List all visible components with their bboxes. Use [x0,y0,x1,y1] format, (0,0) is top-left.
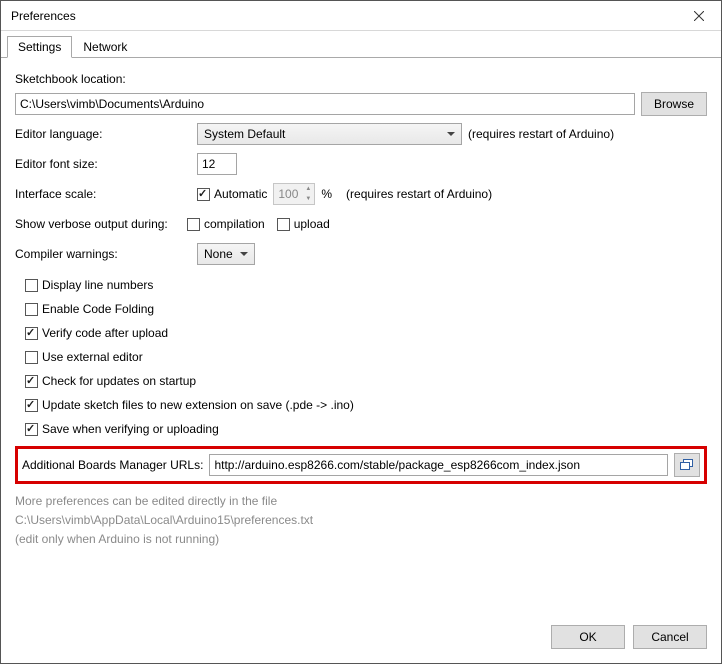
display-line-numbers-checkbox[interactable]: Display line numbers [25,278,707,292]
enable-code-folding-text: Enable Code Folding [42,302,154,316]
titlebar: Preferences [1,1,721,31]
chevron-down-icon: ▼ [302,194,314,204]
editor-language-select[interactable]: System Default [197,123,462,145]
boards-manager-urls-input[interactable] [209,454,668,476]
more-prefs-line1: More preferences can be edited directly … [15,494,707,508]
window-title: Preferences [11,9,76,23]
editor-language-label: Editor language: [15,127,191,141]
verbose-compilation-input[interactable] [187,218,200,231]
close-icon [694,11,704,21]
sketchbook-location-input[interactable] [15,93,635,115]
window-stack-icon [680,459,694,471]
close-button[interactable] [676,1,721,31]
save-on-verify-input[interactable] [25,423,38,436]
update-sketch-ext-checkbox[interactable]: Update sketch files to new extension on … [25,398,707,412]
interface-scale-label: Interface scale: [15,187,191,201]
update-sketch-ext-text: Update sketch files to new extension on … [42,398,354,412]
tab-bar: Settings Network [1,31,721,58]
interface-scale-unit: % [321,187,332,201]
interface-scale-auto-input[interactable] [197,188,210,201]
cancel-button[interactable]: Cancel [633,625,707,649]
preferences-window: Preferences Settings Network Sketchbook … [0,0,722,664]
verify-after-upload-checkbox[interactable]: Verify code after upload [25,326,707,340]
save-on-verify-text: Save when verifying or uploading [42,422,219,436]
update-sketch-ext-input[interactable] [25,399,38,412]
display-line-numbers-text: Display line numbers [42,278,153,292]
interface-scale-auto-text: Automatic [214,187,267,201]
boards-manager-urls-edit-button[interactable] [674,453,700,477]
verify-after-upload-input[interactable] [25,327,38,340]
verify-after-upload-text: Verify code after upload [42,326,168,340]
interface-scale-hint: (requires restart of Arduino) [346,187,492,201]
interface-scale-spinner[interactable]: ▲ ▼ [273,183,315,205]
check-updates-checkbox[interactable]: Check for updates on startup [25,374,707,388]
enable-code-folding-input[interactable] [25,303,38,316]
enable-code-folding-checkbox[interactable]: Enable Code Folding [25,302,707,316]
editor-language-value: System Default [204,127,285,141]
interface-scale-auto-checkbox[interactable]: Automatic [197,187,267,201]
external-editor-input[interactable] [25,351,38,364]
verbose-upload-text: upload [294,217,330,231]
check-updates-input[interactable] [25,375,38,388]
editor-fontsize-input[interactable] [197,153,237,175]
browse-button[interactable]: Browse [641,92,707,116]
verbose-upload-checkbox[interactable]: upload [277,217,330,231]
spinner-arrows[interactable]: ▲ ▼ [302,184,314,204]
verbose-compilation-text: compilation [204,217,265,231]
external-editor-text: Use external editor [42,350,143,364]
verbose-upload-input[interactable] [277,218,290,231]
verbose-label: Show verbose output during: [15,217,181,231]
more-prefs-path: C:\Users\vimb\AppData\Local\Arduino15\pr… [15,513,707,527]
verbose-compilation-checkbox[interactable]: compilation [187,217,265,231]
more-prefs-line2: (edit only when Arduino is not running) [15,532,707,546]
boards-manager-urls-label: Additional Boards Manager URLs: [22,458,203,472]
display-line-numbers-input[interactable] [25,279,38,292]
language-hint: (requires restart of Arduino) [468,127,614,141]
save-on-verify-checkbox[interactable]: Save when verifying or uploading [25,422,707,436]
chevron-up-icon: ▲ [302,184,314,194]
editor-fontsize-label: Editor font size: [15,157,191,171]
interface-scale-value [274,185,302,203]
settings-panel: Sketchbook location: Browse Editor langu… [1,58,721,615]
sketchbook-label: Sketchbook location: [15,72,707,86]
boards-manager-urls-row: Additional Boards Manager URLs: [15,446,707,484]
compiler-warnings-select[interactable]: None [197,243,255,265]
dialog-footer: OK Cancel [1,615,721,663]
compiler-warnings-value: None [204,247,233,261]
compiler-warnings-label: Compiler warnings: [15,247,191,261]
tab-network[interactable]: Network [72,36,138,58]
tab-settings[interactable]: Settings [7,36,72,58]
check-updates-text: Check for updates on startup [42,374,196,388]
external-editor-checkbox[interactable]: Use external editor [25,350,707,364]
ok-button[interactable]: OK [551,625,625,649]
